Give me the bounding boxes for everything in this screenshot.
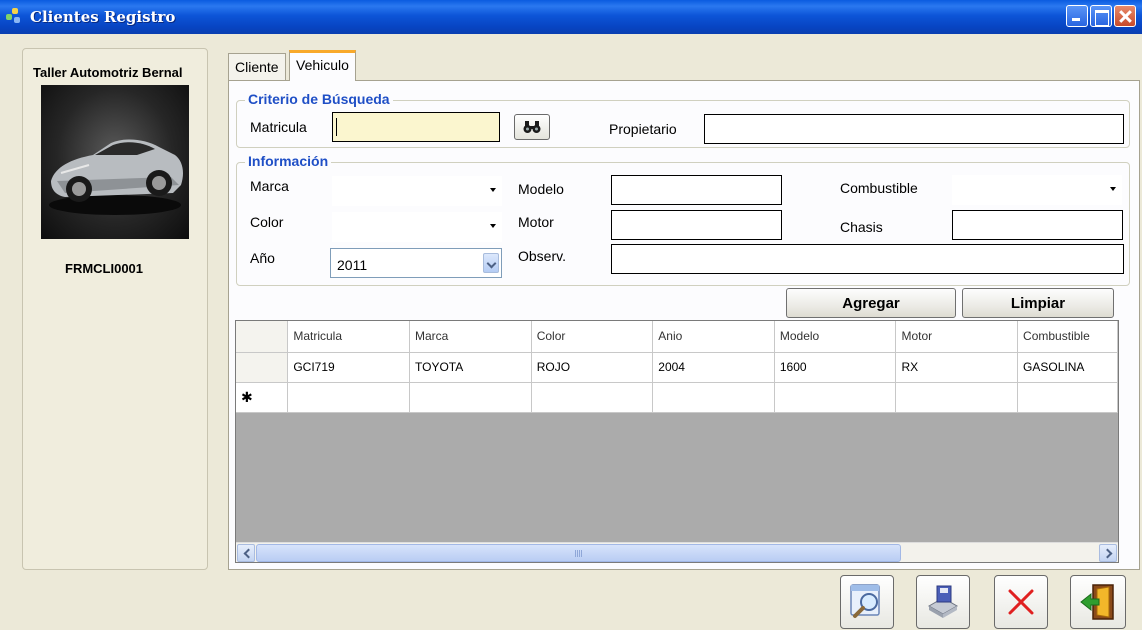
limpiar-button[interactable]: Limpiar: [962, 288, 1114, 318]
delete-button[interactable]: [994, 575, 1048, 629]
marca-label: Marca: [250, 178, 289, 194]
scroll-left-button[interactable]: [237, 544, 255, 562]
grid-cell[interactable]: ROJO: [531, 352, 654, 383]
search-record-button[interactable]: [840, 575, 894, 629]
company-panel: Taller Automotriz Bernal FRMCLI0001: [22, 48, 208, 570]
company-name: Taller Automotriz Bernal: [33, 65, 183, 80]
table-row[interactable]: GCI719 TOYOTA ROJO 2004 1600 RX GASOLINA: [236, 352, 1118, 383]
grid-cell[interactable]: [409, 382, 532, 413]
propietario-label: Propietario: [609, 121, 677, 137]
info-group-legend: Información: [245, 153, 332, 169]
anio-value: 2011: [337, 257, 368, 273]
delete-x-icon: [1008, 589, 1034, 615]
row-header-corner: [236, 321, 289, 353]
exit-button[interactable]: [1070, 575, 1126, 629]
grid-cell[interactable]: RX: [895, 352, 1019, 383]
chevron-down-icon: [483, 253, 499, 273]
grid-cell[interactable]: [895, 382, 1019, 413]
binoculars-icon: [523, 121, 541, 133]
window-title: Clientes Registro: [30, 8, 176, 26]
grid-cell[interactable]: [287, 382, 411, 413]
propietario-search-input[interactable]: [704, 114, 1124, 144]
find-button[interactable]: [514, 114, 550, 140]
grid-cell[interactable]: [652, 382, 775, 413]
minimize-button[interactable]: [1066, 5, 1088, 27]
grid-cell[interactable]: [1017, 382, 1118, 413]
combustible-dropdown[interactable]: [952, 175, 1122, 205]
close-window-button[interactable]: [1114, 5, 1136, 27]
chevron-down-icon: [1110, 187, 1116, 191]
save-button[interactable]: [916, 575, 970, 629]
combustible-label: Combustible: [840, 180, 918, 196]
chasis-label: Chasis: [840, 219, 883, 235]
chasis-input[interactable]: [952, 210, 1123, 240]
grid-cell[interactable]: TOYOTA: [409, 352, 532, 383]
grid-cell[interactable]: GASOLINA: [1017, 352, 1118, 383]
anio-label: Año: [250, 250, 275, 266]
scrollbar-thumb[interactable]: [256, 544, 901, 562]
vehicle-grid[interactable]: Matricula Marca Color Anio Modelo Motor …: [235, 320, 1119, 563]
search-group-legend: Criterio de Búsqueda: [245, 91, 393, 107]
column-header[interactable]: Modelo: [774, 321, 897, 353]
scroll-right-button[interactable]: [1099, 544, 1117, 562]
grid-cell[interactable]: 2004: [652, 352, 775, 383]
chevron-down-icon: [490, 188, 496, 192]
motor-input[interactable]: [611, 210, 782, 240]
tab-vehiculo[interactable]: Vehiculo: [289, 50, 356, 81]
matricula-search-input[interactable]: [332, 112, 500, 142]
maximize-button[interactable]: [1090, 5, 1112, 27]
horizontal-scrollbar[interactable]: [236, 542, 1118, 562]
column-header[interactable]: Motor: [895, 321, 1019, 353]
motor-label: Motor: [518, 214, 554, 230]
grid-cell[interactable]: [774, 382, 897, 413]
grid-header-row: Matricula Marca Color Anio Modelo Motor …: [236, 321, 1118, 353]
column-header[interactable]: Matricula: [287, 321, 411, 353]
exit-door-icon: [1080, 584, 1114, 620]
chevron-down-icon: [490, 224, 496, 228]
marca-dropdown[interactable]: [332, 176, 502, 206]
grid-cell[interactable]: [531, 382, 654, 413]
app-icon: [6, 8, 24, 26]
column-header[interactable]: Anio: [652, 321, 775, 353]
form-code: FRMCLI0001: [65, 261, 144, 276]
observ-label: Observ.: [518, 248, 566, 264]
car-photo: [41, 85, 189, 239]
tab-cliente[interactable]: Cliente: [228, 53, 286, 80]
new-row-marker: ✱: [236, 382, 289, 413]
grid-cell[interactable]: 1600: [774, 352, 897, 383]
column-header[interactable]: Color: [531, 321, 654, 353]
search-doc-icon: [850, 584, 880, 618]
color-dropdown[interactable]: [332, 212, 502, 242]
column-header[interactable]: Marca: [409, 321, 532, 353]
matricula-label: Matricula: [250, 119, 307, 135]
color-label: Color: [250, 214, 284, 230]
anio-select[interactable]: 2011: [330, 248, 502, 278]
title-bar: Clientes Registro: [0, 0, 1142, 34]
agregar-button[interactable]: Agregar: [786, 288, 956, 318]
observ-input[interactable]: [611, 244, 1124, 274]
new-row[interactable]: ✱: [236, 382, 1118, 413]
save-disk-icon: [927, 585, 959, 618]
modelo-label: Modelo: [518, 181, 564, 197]
row-header[interactable]: [236, 352, 289, 383]
column-header[interactable]: Combustible: [1017, 321, 1118, 353]
grid-cell[interactable]: GCI719: [287, 352, 411, 383]
modelo-input[interactable]: [611, 175, 782, 205]
